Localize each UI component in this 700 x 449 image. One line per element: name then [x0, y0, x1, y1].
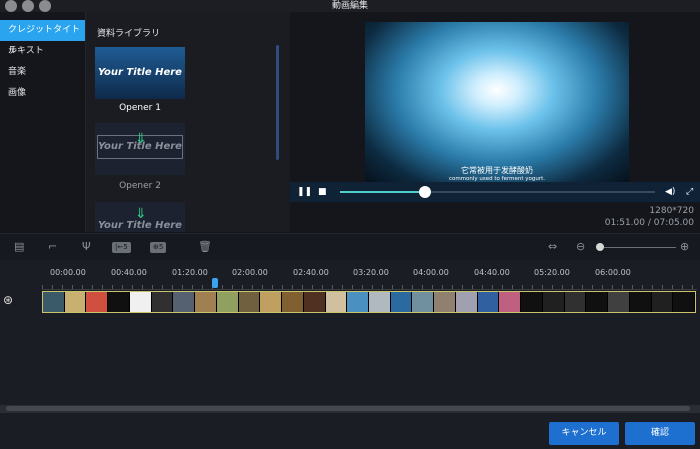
seek-progress [340, 191, 426, 193]
time-ruler[interactable] [42, 282, 697, 290]
effects-icon[interactable]: Ψ [82, 240, 91, 253]
crop-icon[interactable]: ⌐ [48, 240, 57, 253]
fit-timeline-icon[interactable]: ⇔ [548, 240, 557, 253]
ruler-label: 05:20.00 [534, 268, 570, 277]
resolution-label: 1280*720 [649, 206, 694, 216]
clip-frame [325, 292, 348, 312]
clip-frame [216, 292, 239, 312]
film-icon[interactable]: ▤ [14, 240, 24, 253]
video-preview[interactable]: 它常被用于发酵酸奶 commonly used to ferment yogur… [365, 22, 629, 184]
clip-frame [673, 292, 696, 312]
video-track[interactable] [42, 291, 696, 313]
library-item-opener-3[interactable]: Your Title Here ⇓ [95, 202, 185, 232]
clip-frame [564, 292, 587, 312]
clip-frame [412, 292, 435, 312]
clip-frame [651, 292, 674, 312]
time-readout: 01:51.00 / 07:05.00 [604, 218, 694, 228]
library-item-label: Opener 2 [119, 181, 161, 191]
subtitle-primary: 它常被用于发酵酸奶 [461, 166, 533, 175]
clip-frame [542, 292, 565, 312]
category-panel: クレジットタイトル テキスト 音楽 画像 [0, 12, 86, 232]
playback-controls: ❚❚ ■ ◀) ⤢ [290, 182, 700, 202]
clip-frame [64, 292, 87, 312]
zoom-slider-handle[interactable] [596, 243, 604, 251]
clip-frame [390, 292, 413, 312]
video-track-icon: ⊛ [3, 293, 14, 307]
category-credit-title[interactable]: クレジットタイトル [0, 20, 85, 56]
zoom-out-icon[interactable]: ⊖ [576, 240, 585, 253]
cancel-button[interactable]: キャンセル [549, 422, 619, 445]
ruler-label: 04:40.00 [474, 268, 510, 277]
clip-frame [455, 292, 478, 312]
ruler-label: 03:20.00 [353, 268, 389, 277]
clip-frame [434, 292, 456, 312]
clip-frame [629, 292, 652, 312]
clip-frame [238, 292, 261, 312]
clip-frame [369, 292, 391, 312]
timeline-scrollbar[interactable] [0, 405, 700, 412]
edit-toolbar: ▤ ⌐ Ψ |←5 ⊕5 🗑 ⇔ ⊖ ⊕ [0, 233, 700, 260]
thumb-title-text: Your Title Here [98, 67, 182, 78]
ruler-label: 00:00.00 [50, 268, 86, 277]
clip-frame [608, 292, 630, 312]
ruler-label: 02:00.00 [232, 268, 268, 277]
seek-bar[interactable] [340, 186, 655, 198]
clip-frame [303, 292, 326, 312]
library-scrollbar[interactable] [276, 45, 279, 160]
window-title: 動画編集 [331, 1, 368, 11]
library-title: 資料ライブラリ [97, 29, 161, 39]
preview-area: 它常被用于发酵酸奶 commonly used to ferment yogur… [290, 12, 700, 184]
clip-frame [43, 292, 65, 312]
clip-frame [499, 292, 522, 312]
clip-frame [151, 292, 174, 312]
clip-frame [108, 292, 130, 312]
zoom-slider[interactable] [596, 247, 676, 248]
ruler-label: 04:00.00 [413, 268, 449, 277]
category-music[interactable]: 音楽 [0, 62, 85, 83]
clip-frame [282, 292, 304, 312]
seek-handle[interactable] [419, 186, 432, 198]
library-item-opener-1[interactable]: Your Title Here [95, 47, 185, 99]
merge-button[interactable]: ⊕5 [150, 242, 167, 253]
trash-icon[interactable]: 🗑 [198, 240, 212, 253]
split-button[interactable]: |←5 [112, 242, 131, 253]
clip-frame [195, 292, 217, 312]
clip-frame [260, 292, 283, 312]
pause-icon[interactable]: ❚❚ [297, 182, 312, 202]
playhead[interactable] [212, 278, 218, 288]
ruler-label: 02:40.00 [293, 268, 329, 277]
clip-frame [173, 292, 196, 312]
library-item-opener-2[interactable]: Your Title Here ⇓ [95, 123, 185, 175]
clip-frame [129, 292, 152, 312]
clip-frame [586, 292, 609, 312]
library-item-label: Opener 1 [119, 103, 161, 113]
category-image[interactable]: 画像 [0, 83, 85, 104]
timeline: 00:00.00 00:40.00 01:20.00 02:00.00 02:4… [0, 260, 700, 410]
download-icon: ⇓ [135, 206, 147, 222]
dialog-footer: キャンセル 確認 [0, 412, 700, 449]
volume-icon[interactable]: ◀) [665, 182, 675, 202]
category-text[interactable]: テキスト [0, 41, 85, 62]
ruler-label: 00:40.00 [111, 268, 147, 277]
ruler-label: 06:00.00 [595, 268, 631, 277]
title-bar: 動画編集 [0, 0, 700, 12]
stop-icon[interactable]: ■ [318, 182, 327, 202]
fullscreen-icon[interactable]: ⤢ [686, 182, 693, 202]
library-panel: 資料ライブラリ Your Title Here Opener 1 Your Ti… [86, 12, 290, 232]
clip-frame [477, 292, 500, 312]
timeline-scrollbar-thumb[interactable] [6, 406, 690, 411]
clip-frame [86, 292, 109, 312]
clip-frame [521, 292, 543, 312]
zoom-in-icon[interactable]: ⊕ [680, 240, 689, 253]
clip-frame [347, 292, 370, 312]
ruler-label: 01:20.00 [172, 268, 208, 277]
confirm-button[interactable]: 確認 [625, 422, 695, 445]
download-icon: ⇓ [135, 131, 147, 147]
